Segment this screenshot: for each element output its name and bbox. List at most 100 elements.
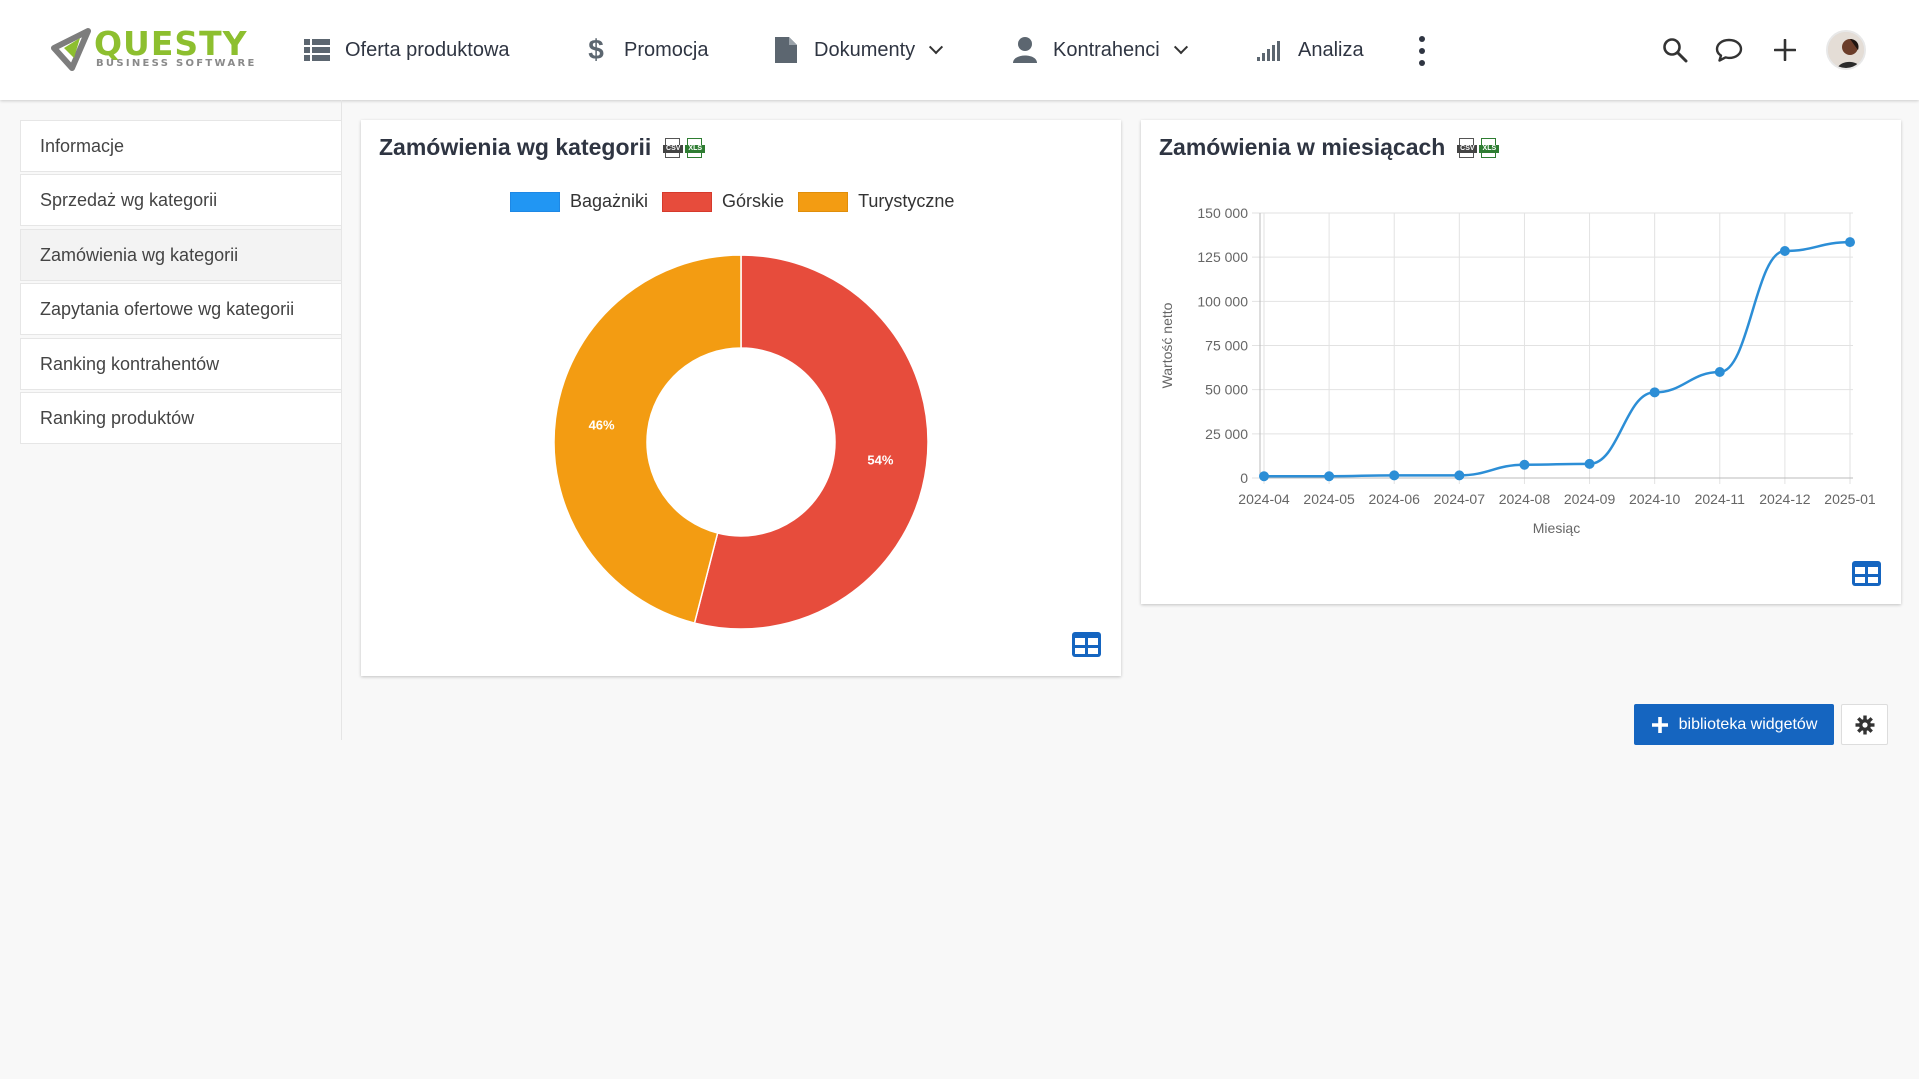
- sidebar-item-label: Zapytania ofertowe wg kategorii: [40, 298, 295, 319]
- signal-bars-icon: [1256, 36, 1284, 64]
- dollar-icon: $: [588, 34, 604, 65]
- more-menu-icon[interactable]: [1412, 36, 1432, 66]
- sidebar-item-informacje[interactable]: Informacje: [20, 120, 342, 172]
- csv-export-icon[interactable]: CSV: [663, 137, 684, 159]
- x-tick-label: 2024-05: [1303, 491, 1355, 507]
- y-axis-title: Wartość netto: [1159, 302, 1175, 388]
- data-point: [1649, 387, 1660, 398]
- y-tick-label: 0: [1240, 470, 1248, 486]
- x-tick-label: 2024-12: [1759, 491, 1811, 507]
- nav-analiza[interactable]: Analiza: [1256, 30, 1364, 70]
- nav-dokumenty[interactable]: Dokumenty: [772, 30, 944, 70]
- logo-mark-icon: [51, 28, 91, 71]
- widget-title: Zamówienia w miesiącach: [1159, 134, 1446, 160]
- sidebar-item-label: Zamówienia wg kategorii: [40, 244, 239, 265]
- user-icon: [1011, 36, 1039, 64]
- chart-legend: Bagażniki Górskie Turystyczne: [510, 191, 956, 212]
- data-point: [1324, 471, 1335, 482]
- data-point: [1454, 470, 1465, 481]
- widget-header: Zamówienia w miesiącach CSV XLS: [1159, 134, 1500, 161]
- table-view-icon[interactable]: [1852, 561, 1881, 586]
- legend-swatch: [798, 191, 849, 212]
- chat-icon[interactable]: [1713, 34, 1745, 66]
- chevron-down-icon: [1173, 40, 1188, 55]
- gear-icon: [1855, 715, 1874, 734]
- legend-swatch: [510, 191, 560, 212]
- widget-title: Zamówienia wg kategorii: [379, 134, 652, 160]
- x-tick-label: 2024-10: [1629, 491, 1681, 507]
- slice-label: 46%: [589, 417, 615, 432]
- widget-library-label: biblioteka widgetów: [1678, 715, 1818, 733]
- settings-button[interactable]: [1841, 704, 1888, 745]
- csv-export-icon[interactable]: CSV: [1457, 137, 1478, 159]
- sidebar: Informacje Sprzedaż wg kategorii Zamówie…: [0, 100, 342, 740]
- legend-item[interactable]: Bagażniki: [510, 191, 648, 212]
- sidebar-item-label: Informacje: [40, 135, 125, 156]
- search-icon[interactable]: [1659, 34, 1691, 66]
- x-tick-label: 2024-09: [1564, 491, 1616, 507]
- sidebar-item-sprzedaz[interactable]: Sprzedaż wg kategorii: [20, 174, 342, 226]
- widget-orders-by-month: Zamówienia w miesiącach CSV XLS 0 25 000 5…: [1141, 120, 1901, 604]
- x-tick-label: 2024-07: [1434, 491, 1486, 507]
- nav-label: Dokumenty: [814, 38, 916, 61]
- plus-icon: [1651, 716, 1668, 733]
- sidebar-item-ranking-produktow[interactable]: Ranking produktów: [20, 392, 342, 444]
- sidebar-item-ranking-kontrahentow[interactable]: Ranking kontrahentów: [20, 338, 342, 390]
- top-navbar: QUESTY BUSINESS SOFTWARE Oferta produkto…: [0, 0, 1919, 100]
- nav-label: Kontrahenci: [1053, 38, 1160, 61]
- nav-label: Analiza: [1298, 38, 1364, 61]
- legend-item[interactable]: Turystyczne: [798, 191, 954, 212]
- x-tick-label: 2024-08: [1499, 491, 1551, 507]
- y-tick-label: 75 000: [1205, 338, 1248, 354]
- widget-library-button[interactable]: biblioteka widgetów: [1634, 704, 1834, 745]
- plus-icon[interactable]: [1769, 34, 1801, 66]
- doughnut-chart: 0%54%46%: [553, 254, 929, 630]
- sidebar-item-label: Sprzedaż wg kategorii: [40, 189, 218, 210]
- line-chart: 0 25 000 50 000 75 000 100 000 125 000 150 000…: [1159, 205, 1876, 536]
- xls-export-icon[interactable]: XLS: [685, 137, 706, 159]
- sidebar-item-zamowienia[interactable]: Zamówienia wg kategorii: [20, 229, 342, 281]
- data-point: [1845, 237, 1855, 248]
- table-view-icon[interactable]: [1072, 632, 1101, 657]
- data-point: [1714, 367, 1725, 377]
- logo-wordmark: QUESTY: [94, 24, 248, 63]
- x-tick-label: 2025-01: [1824, 491, 1876, 507]
- series-line: [1264, 240, 1851, 478]
- legend-label: Górskie: [722, 191, 785, 211]
- sidebar-item-label: Ranking produktów: [40, 407, 195, 428]
- data-point: [1259, 471, 1269, 482]
- legend-label: Bagażniki: [570, 191, 649, 211]
- legend-item[interactable]: Górskie: [662, 191, 784, 212]
- slice-label: 54%: [867, 453, 893, 468]
- x-tick-label: 2024-11: [1695, 491, 1746, 507]
- legend-swatch: [662, 191, 713, 212]
- logo-tagline: BUSINESS SOFTWARE: [96, 58, 257, 69]
- x-tick-label: 2024-04: [1238, 491, 1290, 507]
- questy-logo[interactable]: QUESTY BUSINESS SOFTWARE: [48, 26, 262, 74]
- sidebar-item-label: Ranking kontrahentów: [40, 353, 220, 374]
- data-point: [1389, 470, 1400, 481]
- y-tick-label: 50 000: [1205, 382, 1248, 398]
- list-icon: [303, 36, 331, 64]
- sidebar-item-zapytania[interactable]: Zapytania ofertowe wg kategorii: [20, 283, 342, 335]
- nav-label: Promocja: [624, 38, 709, 61]
- nav-label: Oferta produktowa: [345, 38, 510, 61]
- y-tick-label: 100 000: [1197, 293, 1248, 309]
- nav-kontrahenci[interactable]: Kontrahenci: [1011, 30, 1188, 70]
- chevron-down-icon: [929, 40, 944, 55]
- document-icon: [772, 36, 800, 64]
- avatar[interactable]: [1826, 30, 1866, 70]
- y-tick-label: 25 000: [1205, 426, 1248, 442]
- widget-header: Zamówienia wg kategorii CSV XLS: [379, 134, 706, 161]
- data-point: [1779, 245, 1790, 256]
- data-point: [1519, 459, 1530, 470]
- y-tick-label: 125 000: [1197, 249, 1248, 265]
- xls-export-icon[interactable]: XLS: [1479, 137, 1500, 159]
- nav-promocja[interactable]: $ Promocja: [582, 30, 708, 70]
- data-point: [1584, 458, 1595, 469]
- x-axis-title: Miesiąc: [1533, 520, 1580, 536]
- nav-oferta-produktowa[interactable]: Oferta produktowa: [303, 30, 510, 70]
- widget-orders-by-category: Zamówienia wg kategorii CSV XLS Bagażnik…: [361, 120, 1121, 676]
- legend-label: Turystyczne: [858, 191, 955, 211]
- x-tick-label: 2024-06: [1369, 491, 1421, 507]
